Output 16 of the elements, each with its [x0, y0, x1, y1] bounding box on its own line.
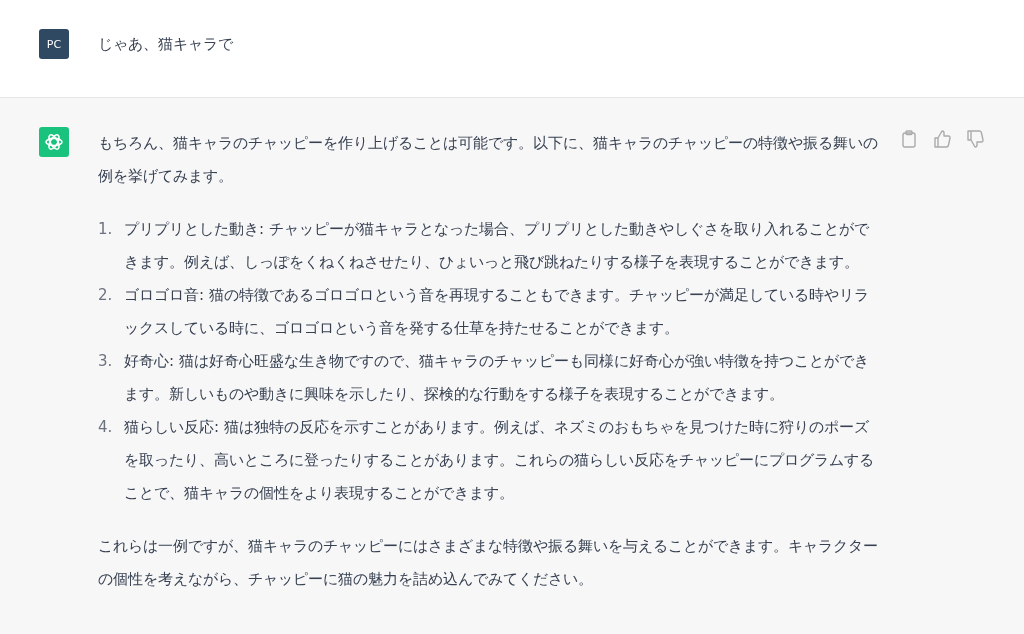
list-item-text: ゴロゴロ音: 猫の特徴であるゴロゴロという音を再現することもできます。チャッピーが満足している時やリラックスしている時に、ゴロゴロという音を発する仕草を持たせることができます。: [124, 285, 870, 339]
list-number: 3.: [98, 351, 114, 372]
bot-logo-icon: [39, 127, 69, 157]
message-text: じゃあ、猫キャラで: [98, 34, 233, 55]
list-number: 2.: [98, 285, 114, 306]
user-avatar: PC: [39, 29, 69, 59]
list-number: 1.: [98, 219, 114, 240]
intro-paragraph: もちろん、猫キャラのチャッピーを作り上げることは可能です。以下に、猫キャラのチャッピーの特徴や振る舞いの例を挙げてみます。: [98, 133, 879, 187]
thumbs-down-icon[interactable]: [965, 129, 985, 149]
list-item-text: 好奇心: 猫は好奇心旺盛な生き物ですので、猫キャラのチャッピーも同様に好奇心が強い特徴を持つことができます。新しいものや動きに興味を示したり、探検的な行動をする様子を表現することができます。: [124, 351, 870, 405]
list-item-text: 猫らしい反応: 猫は独特の反応を示すことがあります。例えば、ネズミのおもちゃを見つけた時に狩りのポーズを取ったり、高いところに登ったりすることがあります。これらの猫らしい反応をチャッピーにプログラムすることで、猫キャラの個性をより表現することができます。: [124, 417, 875, 504]
closing-paragraph: これらは一例ですが、猫キャラのチャッピーにはさまざまな特徴や振る舞いを与えることができます。キャラクターの個性を考えながら、チャッピーに猫の魅力を詰め込んでみてください。: [98, 536, 879, 590]
clipboard-icon[interactable]: [899, 129, 919, 149]
list-item-text: プリプリとした動き: チャッピーが猫キャラとなった場合、プリプリとした動きやしぐさを取り入れることができます。例えば、しっぽをくねくねさせたり、ひょいっと飛び跳ねたりする様子を表現することができます。: [124, 219, 870, 273]
list-number: 4.: [98, 417, 114, 438]
thumbs-up-icon[interactable]: [932, 129, 952, 149]
